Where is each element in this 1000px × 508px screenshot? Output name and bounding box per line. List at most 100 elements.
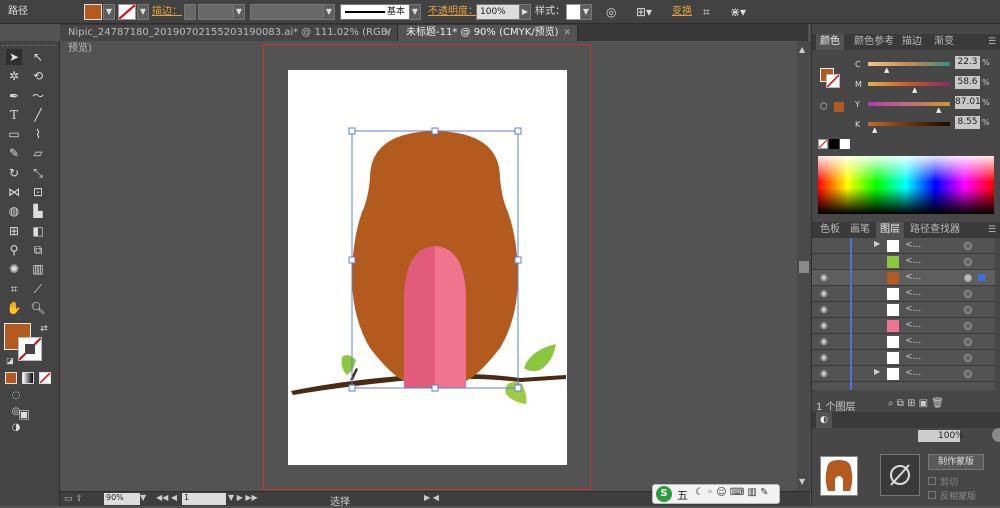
right-panel-dock: 颜色 颜色参考 描边 渐变 ☰ ⬡ C ▲ 22.3 % M ▲ 58.6 % … [811, 24, 1000, 506]
layer-row[interactable]: ◉ <... [812, 350, 995, 366]
layer-name: <... [905, 304, 922, 314]
layer-row[interactable]: ◉ <... [812, 334, 995, 350]
out-of-gamut-icon[interactable]: ⬡ [820, 102, 828, 112]
percent-label: % [982, 58, 990, 67]
prev-artboard-icon[interactable]: ◀◀ ◀ [156, 493, 177, 502]
target-icon[interactable] [964, 290, 972, 298]
layer-name: <... [905, 368, 922, 378]
transparency-opacity-field[interactable]: 100% [918, 430, 964, 442]
scroll-up-icon[interactable]: ▲ [799, 45, 805, 54]
eye-icon[interactable]: ◉ [820, 305, 828, 315]
layer-row[interactable]: ◉ <... [812, 286, 995, 302]
layer-color-bar [850, 238, 852, 390]
layer-row[interactable]: ◉ <... [812, 270, 995, 286]
layer-name: <... [905, 256, 922, 266]
percent-label: % [982, 78, 990, 87]
eye-icon[interactable]: ◉ [820, 337, 828, 347]
vertical-scrollbar[interactable]: ▲ ▼ [797, 41, 811, 491]
channel-m-slider[interactable] [868, 82, 950, 86]
layer-thumbnail [887, 352, 899, 364]
channel-k-slider[interactable] [868, 122, 950, 126]
layer-name: <... [905, 336, 922, 346]
eye-icon[interactable]: ◉ [820, 273, 828, 283]
channel-c-slider[interactable] [868, 62, 950, 66]
eye-icon[interactable]: ◉ [820, 369, 828, 379]
tab-brushes[interactable]: 画笔 [846, 222, 874, 238]
eye-icon[interactable]: ◉ [820, 321, 828, 331]
make-mask-button[interactable]: 制作蒙版 [928, 454, 984, 470]
tab-gradient[interactable]: 渐变 [930, 34, 958, 50]
color-spectrum[interactable] [818, 156, 994, 214]
mask-thumbnail[interactable] [880, 454, 920, 496]
expand-icon[interactable]: ▶ [874, 239, 880, 248]
tab-swatches[interactable]: 色板 [816, 222, 844, 238]
target-icon[interactable] [964, 242, 972, 250]
status-menu-icon[interactable]: ▶ ◀ [424, 493, 439, 502]
channel-k-thumb[interactable]: ▲ [872, 126, 877, 134]
clip-checkbox[interactable] [928, 477, 936, 485]
target-icon[interactable] [964, 258, 972, 266]
channel-y-value[interactable]: 87.01 [955, 96, 981, 109]
target-icon[interactable] [964, 322, 972, 330]
sogou-logo: S [656, 486, 672, 502]
layer-row[interactable]: ◉ <... [812, 318, 995, 334]
target-icon[interactable] [964, 274, 972, 282]
channel-c-thumb[interactable]: ▲ [884, 66, 889, 74]
eye-icon[interactable]: ◉ [820, 353, 828, 363]
ime-toolbar: S 五 ☾ ◦ ☺ ⌨ ▥ ✎ [652, 484, 780, 504]
gamut-color-swatch[interactable] [834, 102, 844, 112]
layer-row[interactable]: ◉ <... [812, 302, 995, 318]
percent-label: % [982, 98, 990, 107]
target-icon[interactable] [964, 354, 972, 362]
next-artboard-icon[interactable]: ▼ ▶ ▶▶ [228, 493, 258, 502]
selection-indicator[interactable] [978, 274, 985, 281]
layers-footer-icons[interactable]: ⌕ ⧉ ⊞ ▣ 🗑︎ [888, 398, 944, 409]
expand-icon[interactable]: ▶ [874, 367, 880, 376]
ime-tool-icons[interactable]: ☾ ◦ ☺ ⌨ ▥ ✎ [695, 487, 768, 498]
layer-thumbnail [887, 256, 899, 268]
artboard-number-field[interactable]: 1 [182, 493, 226, 505]
leaf-right-top[interactable] [524, 344, 556, 372]
artwork [291, 127, 566, 404]
tab-stroke[interactable]: 描边 [898, 34, 926, 50]
black-swatch[interactable] [829, 139, 839, 149]
channel-m-label: M [855, 80, 862, 89]
eye-icon[interactable]: ◉ [820, 289, 828, 299]
leaf-left[interactable] [341, 355, 356, 375]
tab-pathfinder[interactable]: 路径查找器 [906, 222, 964, 238]
color-stroke-swatch[interactable] [826, 74, 840, 88]
layer-row[interactable]: ▶ <... [812, 238, 995, 254]
layer-thumbnail [887, 272, 899, 284]
owl-belly-left[interactable] [404, 246, 435, 388]
mask-icon [890, 464, 910, 486]
layer-row[interactable]: ◉ ▶ <... [812, 366, 995, 382]
transparency-thumbnail [820, 456, 858, 496]
tab-color[interactable]: 颜色 [816, 34, 844, 50]
owl-belly-right[interactable] [435, 246, 466, 388]
tab-color-guide[interactable]: 颜色参考 [850, 34, 898, 50]
tab-layers[interactable]: 图层 [876, 222, 904, 238]
channel-c-value[interactable]: 22.3 [955, 56, 980, 69]
scroll-down-icon[interactable]: ▼ [799, 477, 805, 486]
owl-thumbnail-icon [825, 460, 853, 491]
target-icon[interactable] [964, 370, 972, 378]
layer-row[interactable]: <... [812, 254, 995, 270]
ime-mode-label[interactable]: 五 [677, 487, 688, 503]
channel-k-value[interactable]: 8.55 [955, 116, 980, 129]
channel-m-thumb[interactable]: ▲ [912, 86, 917, 94]
invert-mask-checkbox[interactable] [928, 491, 936, 499]
zoom-dropdown-icon[interactable]: ▼ [140, 493, 146, 502]
channel-k-label: K [855, 120, 861, 129]
scroll-thumb[interactable] [799, 261, 809, 273]
none-swatch[interactable] [818, 139, 828, 149]
target-icon[interactable] [964, 338, 972, 346]
artboard-nav-icon[interactable]: ▭ ⇪ [64, 494, 83, 504]
channel-m-value[interactable]: 58.6 [955, 76, 980, 89]
channel-y-thumb[interactable]: ▲ [936, 106, 941, 114]
panel-menu-icon[interactable]: ☰ [984, 34, 1000, 50]
panel-menu-icon[interactable]: ☰ [984, 222, 1000, 238]
zoom-field[interactable]: 90% [104, 493, 140, 505]
target-icon[interactable] [964, 306, 972, 314]
tab-transparency[interactable]: ◐ [816, 412, 832, 428]
white-swatch[interactable] [840, 139, 850, 149]
